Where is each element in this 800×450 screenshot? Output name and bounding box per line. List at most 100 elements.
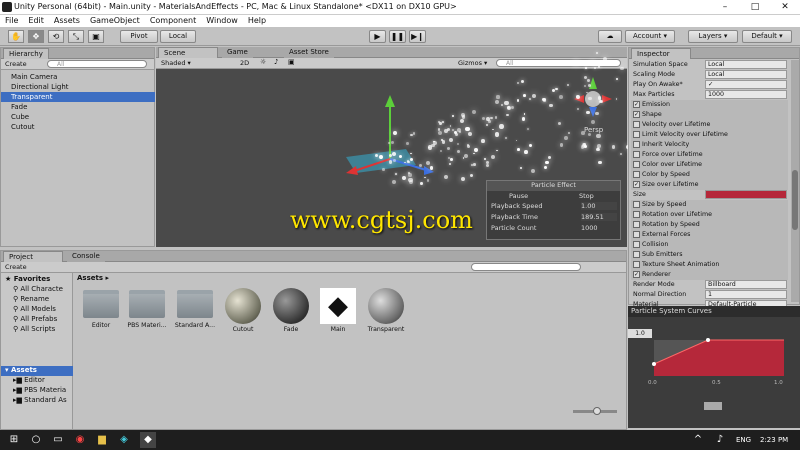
account-dropdown[interactable]: Account ▾ [625, 30, 675, 43]
effect-row-value[interactable]: 189.51 [581, 213, 617, 221]
close-button[interactable]: ✕ [770, 0, 800, 15]
menu-component[interactable]: Component [145, 15, 201, 27]
windows-start-icon[interactable]: ⊞ [6, 432, 22, 448]
play-button[interactable]: ▶ [369, 30, 386, 43]
hierarchy-item-transparent[interactable]: Transparent [1, 92, 155, 102]
module-toggle-row[interactable]: Sub Emitters [631, 250, 788, 260]
favorite-item[interactable]: ⚲ All Models [13, 305, 56, 313]
x-arrow-icon[interactable] [346, 166, 358, 175]
task-view-icon[interactable]: ▭ [50, 432, 66, 448]
hierarchy-create-button[interactable]: Create [5, 60, 27, 68]
cloud-button[interactable]: ☁ [598, 30, 622, 43]
module-toggle-row[interactable]: Limit Velocity over Lifetime [631, 130, 788, 140]
chrome-icon[interactable]: ◉ [72, 432, 88, 448]
module-checkbox[interactable] [633, 260, 640, 268]
search-icon[interactable]: ○ [28, 432, 44, 448]
module-checkbox[interactable] [633, 170, 640, 178]
tab-project[interactable]: Project [3, 251, 63, 262]
menu-help[interactable]: Help [243, 15, 271, 27]
move-tool-icon[interactable]: ✥ [28, 30, 44, 43]
favorite-item[interactable]: ⚲ All Characte [13, 285, 63, 293]
gizmos-dropdown[interactable]: Gizmos ▾ [458, 59, 487, 67]
module-toggle-row[interactable]: ✓ Shape [631, 110, 788, 120]
module-toggle-row[interactable]: Rotation over Lifetime [631, 210, 788, 220]
favorites-header[interactable]: ★ Favorites [5, 275, 50, 283]
project-create-button[interactable]: Create [5, 263, 27, 271]
rect-tool-icon[interactable]: ▣ [88, 30, 104, 43]
scrollbar-thumb[interactable] [792, 170, 798, 230]
asset-main[interactable]: ◆ Main [317, 288, 359, 333]
module-toggle-row[interactable]: Color by Speed [631, 170, 788, 180]
unity-taskbar-icon[interactable]: ◆ [140, 432, 156, 448]
notification-icon[interactable]: ^ [690, 432, 706, 448]
module-checkbox[interactable] [633, 220, 640, 228]
favorite-item[interactable]: ⚲ Rename [13, 295, 49, 303]
asset-cutout[interactable]: Cutout [222, 288, 264, 333]
hierarchy-item-cutout[interactable]: Cutout [1, 122, 155, 132]
step-button[interactable]: ▶❙ [409, 30, 426, 43]
module-checkbox[interactable] [633, 200, 640, 208]
zoom-slider-thumb[interactable] [593, 407, 601, 415]
volume-icon[interactable]: ♪ [712, 432, 728, 448]
module-checkbox[interactable]: ✓ [633, 100, 640, 108]
module-checkbox[interactable] [633, 230, 640, 238]
effect-stop-button[interactable]: Stop [579, 192, 594, 200]
field-value[interactable]: Local [705, 70, 787, 79]
module-toggle-row[interactable]: Velocity over Lifetime [631, 120, 788, 130]
asset-folder-item[interactable]: ▸▆ Standard As [13, 396, 67, 404]
field-value[interactable]: 1000 [705, 90, 787, 99]
module-checkbox[interactable]: ✓ [633, 110, 640, 118]
tab-scene[interactable]: Scene [158, 47, 218, 58]
lighting-icon[interactable]: ☼ [260, 58, 266, 66]
scale-tool-icon[interactable]: ⤡ [68, 30, 84, 43]
module-checkbox[interactable] [633, 120, 640, 128]
rotate-tool-icon[interactable]: ⟲ [48, 30, 64, 43]
assets-root-item[interactable]: ▾ Assets [1, 366, 73, 376]
asset-transparent[interactable]: Transparent [365, 288, 407, 333]
module-toggle-row[interactable]: Force over Lifetime [631, 150, 788, 160]
field-value[interactable]: 1 [705, 290, 787, 299]
menu-gameobject[interactable]: GameObject [85, 15, 145, 27]
module-toggle-row[interactable]: Texture Sheet Animation [631, 260, 788, 270]
file-explorer-icon[interactable]: ▆ [94, 432, 110, 448]
field-value[interactable]: Local [705, 60, 787, 69]
tab-inspector[interactable]: Inspector [631, 48, 691, 59]
tab-game[interactable]: Game [222, 47, 253, 58]
minimize-button[interactable]: – [710, 0, 740, 15]
audio-icon[interactable]: ♪ [274, 58, 278, 66]
effects-icon[interactable]: ▣ [288, 58, 295, 66]
effect-row-value[interactable]: 1.00 [581, 202, 617, 210]
menu-file[interactable]: File [0, 15, 23, 27]
tab-asset-store[interactable]: Asset Store [284, 47, 334, 58]
module-checkbox[interactable] [633, 160, 640, 168]
field-value[interactable]: ✓ [705, 80, 787, 89]
curve-preset-button[interactable] [704, 402, 722, 410]
hierarchy-item-main-camera[interactable]: Main Camera [1, 72, 155, 82]
module-toggle-row[interactable]: ✓ Size over Lifetime [631, 180, 788, 190]
hierarchy-item-cube[interactable]: Cube [1, 112, 155, 122]
module-toggle-row[interactable]: Inherit Velocity [631, 140, 788, 150]
hierarchy-search-input[interactable]: All [47, 60, 147, 68]
favorite-item[interactable]: ⚲ All Scripts [13, 325, 55, 333]
layers-dropdown[interactable]: Layers ▾ [688, 30, 738, 43]
module-toggle-row[interactable]: Color over Lifetime [631, 160, 788, 170]
asset-fade[interactable]: Fade [270, 288, 312, 333]
app-icon[interactable]: ◈ [116, 432, 132, 448]
shading-dropdown[interactable]: Shaded ▾ [161, 59, 231, 67]
pivot-toggle[interactable]: Pivot [120, 30, 158, 43]
clock[interactable]: 2:23 PM [760, 436, 788, 444]
module-checkbox[interactable] [633, 130, 640, 138]
maximize-button[interactable]: □ [740, 0, 770, 15]
language-indicator[interactable]: ENG [736, 436, 751, 444]
module-toggle-row[interactable]: ✓ Renderer [631, 270, 788, 280]
module-checkbox[interactable]: ✓ [633, 270, 640, 278]
favorite-item[interactable]: ⚲ All Prefabs [13, 315, 57, 323]
asset-editor[interactable]: Editor [80, 290, 122, 329]
scene-search-input[interactable]: All [496, 59, 621, 67]
pause-button[interactable]: ❚❚ [389, 30, 406, 43]
effect-pause-button[interactable]: Pause [509, 192, 528, 200]
hierarchy-item-directional-light[interactable]: Directional Light [1, 82, 155, 92]
module-checkbox[interactable] [633, 250, 640, 258]
module-checkbox[interactable] [633, 150, 640, 158]
module-toggle-row[interactable]: External Forces [631, 230, 788, 240]
